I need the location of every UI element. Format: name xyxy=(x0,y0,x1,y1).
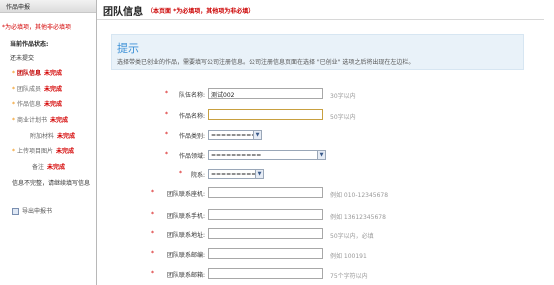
required-star: * xyxy=(151,270,154,277)
chevron-down-icon: ▼ xyxy=(317,151,325,159)
contact-phone-input[interactable] xyxy=(208,187,323,198)
contact-mobile-label: 团队联系手机: xyxy=(166,213,205,220)
export-button[interactable]: 导出申报书 xyxy=(12,206,52,215)
sidebar-item-upload-images[interactable]: * 上传项目图片 未完成 xyxy=(12,146,74,156)
contact-phone-label: 团队联系座机: xyxy=(166,191,205,198)
contact-mobile-input[interactable] xyxy=(208,209,323,220)
work-field-select[interactable]: ========== ▼ xyxy=(208,150,326,160)
required-star: * xyxy=(151,250,154,257)
tip-text: 选择带类已创业的作品，需要填写公司注册信息。公司注册信息页面在选择 "已创业" … xyxy=(117,59,415,66)
work-category-select[interactable]: ========== ▼ xyxy=(208,130,262,140)
work-name-hint: 50字以内 xyxy=(330,114,356,121)
chevron-down-icon: ▼ xyxy=(253,131,261,139)
college-label: 院系: xyxy=(190,172,205,179)
status-label: 当前作品状态: xyxy=(10,41,49,48)
contact-address-label: 团队联系地址: xyxy=(166,232,205,239)
page-title-note: （本页面 *为必填项，其他项为非必填） xyxy=(147,8,255,15)
page-scrollbar[interactable] xyxy=(544,0,554,285)
contact-postcode-input[interactable] xyxy=(208,248,323,259)
team-name-hint: 30字以内 xyxy=(330,93,356,100)
contact-email-input[interactable] xyxy=(208,268,323,279)
page-title: 团队信息 xyxy=(103,7,143,18)
contact-postcode-hint: 例如 100191 xyxy=(330,253,367,260)
contact-address-hint: 50字以内，必填 xyxy=(330,233,374,240)
sidebar-item-work-info[interactable]: * 作品信息 未完成 xyxy=(12,99,62,109)
required-star: * xyxy=(151,189,154,196)
contact-email-label: 团队联系邮箱: xyxy=(166,272,205,279)
sidebar-item-team-info[interactable]: * 团队信息 未完成 xyxy=(12,68,62,78)
export-icon xyxy=(12,208,19,215)
team-name-input[interactable]: 测试002 xyxy=(208,88,323,99)
contact-postcode-label: 团队联系邮编: xyxy=(166,252,205,259)
required-star: * xyxy=(151,211,154,218)
sidebar-item-attachments[interactable]: 附加材料 未完成 xyxy=(28,131,75,141)
work-name-input[interactable] xyxy=(208,109,323,120)
work-category-label: 作品类别: xyxy=(178,133,205,140)
incomplete-warning: 信息不完整，请继续填写信息 xyxy=(12,180,91,187)
contact-mobile-hint: 例如 13612345678 xyxy=(330,214,386,221)
contact-phone-hint: 例如 010-12345678 xyxy=(330,192,389,199)
tip-box: 提示 选择带类已创业的作品，需要填写公司注册信息。公司注册信息页面在选择 "已创… xyxy=(111,34,524,70)
sidebar-item-business-plan[interactable]: * 商业计划书 未完成 xyxy=(12,115,68,125)
chevron-down-icon: ▼ xyxy=(255,170,263,178)
sidebar-header: 作品申报 xyxy=(0,0,96,13)
work-field-label: 作品领域: xyxy=(178,153,205,160)
required-star: * xyxy=(151,230,154,237)
team-name-label: 队伍名称: xyxy=(178,92,205,99)
title-bar: 团队信息 （本页面 *为必填项，其他项为非必填） xyxy=(97,0,554,20)
work-name-label: 作品名称: xyxy=(178,113,205,120)
contact-email-hint: 75个字符以内 xyxy=(330,273,368,280)
required-note: *为必填项，其他非必填项 xyxy=(2,24,72,31)
sidebar-item-team-members[interactable]: * 团队成员 未完成 xyxy=(12,84,62,94)
tip-title: 提示 xyxy=(117,42,139,55)
college-select[interactable]: ========== ▼ xyxy=(208,169,264,179)
contact-address-input[interactable] xyxy=(208,228,323,239)
sidebar-item-remarks[interactable]: 备注 未完成 xyxy=(30,162,65,172)
main-panel: 团队信息 （本页面 *为必填项，其他项为非必填） 提示 选择带类已创业的作品，需… xyxy=(97,0,554,285)
sidebar: 作品申报 *为必填项，其他非必填项 当前作品状态: 还未提交 * 团队信息 未完成 … xyxy=(0,0,96,285)
status-value: 还未提交 xyxy=(10,55,35,62)
